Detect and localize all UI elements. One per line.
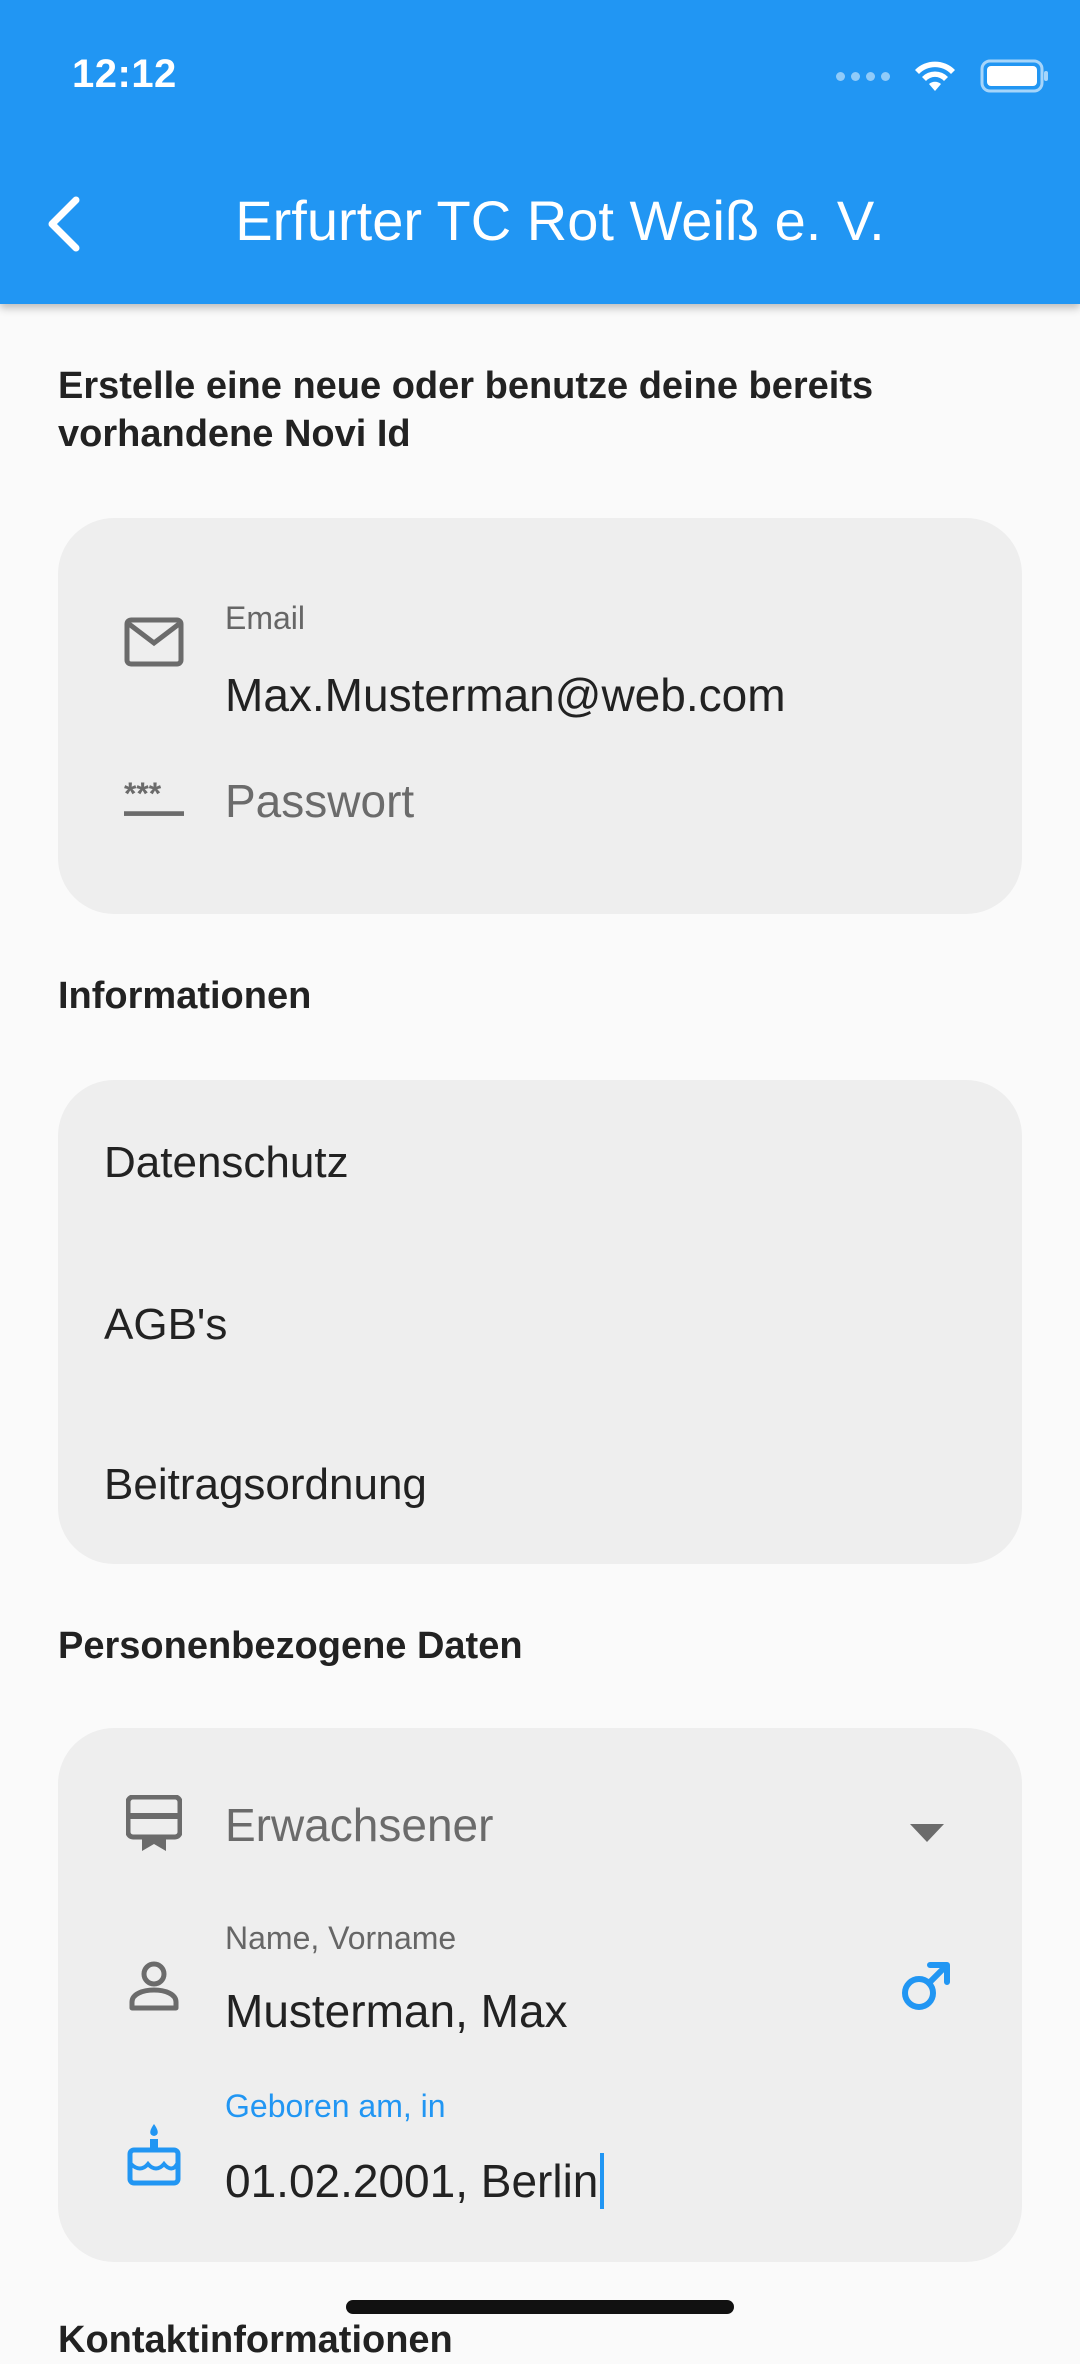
text-caret: [600, 2152, 605, 2209]
male-icon[interactable]: [900, 1960, 952, 2012]
info-section-heading: Informationen: [58, 975, 312, 1017]
password-icon: ***: [124, 770, 184, 830]
email-value: Max.Musterman@web.com: [225, 669, 786, 721]
status-icons: [836, 58, 1050, 94]
membership-type-value: Erwachsener: [225, 1799, 494, 1851]
birth-field[interactable]: Geboren am, in 01.02.2001, Berlin: [58, 2078, 1022, 2228]
info-item-beitragsordnung[interactable]: Beitragsordnung: [104, 1460, 427, 1510]
birth-input[interactable]: 01.02.2001, Berlin: [225, 2152, 605, 2213]
info-item-datenschutz[interactable]: Datenschutz: [104, 1138, 349, 1188]
birth-value: 01.02.2001, Berlin: [225, 2155, 599, 2207]
page-title: Erfurter TC Rot Weiß e. V.: [235, 189, 885, 252]
wifi-icon: [915, 61, 955, 91]
name-field[interactable]: Name, Vorname Musterman, Max: [58, 1908, 1022, 2048]
membership-type-dropdown[interactable]: Erwachsener: [58, 1768, 1022, 1878]
contact-section-heading: Kontaktinformationen: [58, 2319, 453, 2361]
home-indicator[interactable]: [346, 2300, 734, 2314]
novi-section-heading: Erstelle eine neue oder benutze deine be…: [58, 365, 874, 455]
app-bar: 12:12 Erfurter TC Rot Weiß e. V.: [0, 0, 1080, 304]
password-placeholder: Passwort: [225, 775, 415, 827]
name-value: Musterman, Max: [225, 1985, 568, 2037]
mail-icon: [124, 612, 184, 672]
login-card: Email Max.Musterman@web.com *** Passwort: [58, 518, 1022, 914]
personal-section-heading: Personenbezogene Daten: [58, 1625, 523, 1667]
battery-icon: [980, 59, 1048, 93]
cake-icon: [124, 2124, 184, 2186]
card-membership-icon: [124, 1794, 184, 1854]
status-time: 12:12: [72, 52, 177, 96]
info-item-agb[interactable]: AGB's: [104, 1300, 227, 1350]
svg-text:***: ***: [124, 780, 162, 811]
email-label: Email: [225, 600, 306, 636]
birth-label: Geboren am, in: [225, 2088, 446, 2124]
dropdown-arrow-icon: [910, 1824, 944, 1842]
password-field[interactable]: *** Passwort: [58, 738, 1022, 868]
email-field[interactable]: Email Max.Musterman@web.com: [58, 558, 1022, 721]
personal-card: Erwachsener Name, Vorname Musterman, Max: [58, 1728, 1022, 2262]
signal-icon: [836, 71, 890, 81]
name-label: Name, Vorname: [225, 1920, 457, 1956]
person-icon: [124, 1956, 184, 2016]
info-card: Datenschutz AGB's Beitragsordnung: [58, 1080, 1022, 1564]
